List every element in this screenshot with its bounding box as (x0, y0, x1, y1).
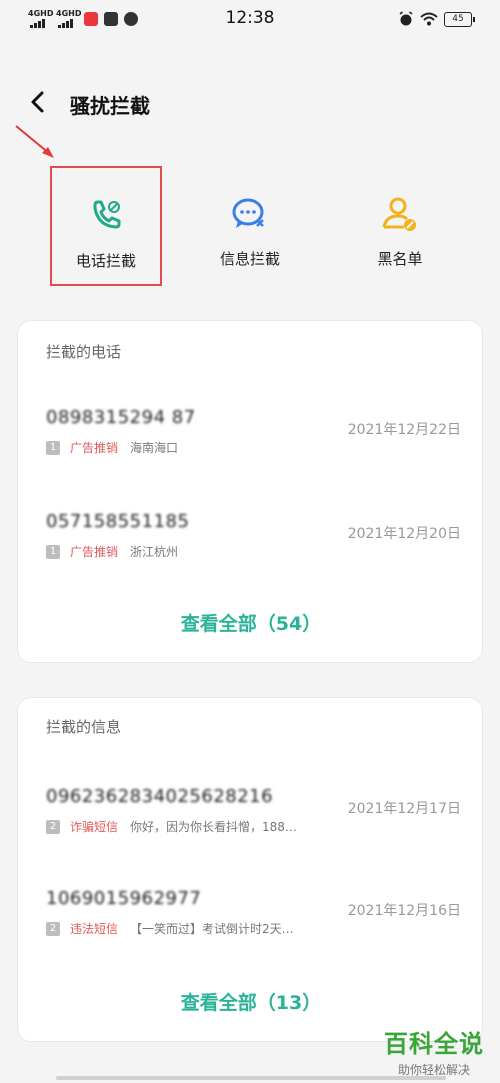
sender-number: 1069015962977 (46, 888, 202, 909)
item-tag: 广告推销 (70, 545, 119, 559)
sim-badge: 2 (46, 819, 60, 834)
view-all-calls-button[interactable]: 查看全部（54） (18, 609, 484, 636)
item-date: 2021年12月16日 (347, 903, 461, 919)
item-tag: 违法短信 (70, 922, 119, 936)
item-meta: 1 广告推销 海南海口 (46, 439, 178, 456)
item-date: 2021年12月20日 (347, 526, 461, 542)
sim-badge: 1 (46, 440, 60, 455)
item-meta: 2 违法短信 【一笑而过】考试倒计时2天… (46, 920, 294, 937)
item-meta: 2 诈骗短信 你好，因为你长看抖憎，188… (46, 818, 297, 835)
blocked-messages-card: 拦截的信息 0962362834025628216 2021年12月17日 2 … (17, 697, 483, 1042)
tile-call-block[interactable]: 电话拦截 (50, 166, 162, 286)
item-location: 浙江杭州 (130, 545, 179, 559)
list-item[interactable]: 057158551185 2021年12月20日 1 广告推销 浙江杭州 (46, 511, 461, 571)
header: 骚扰拦截 (0, 80, 500, 126)
item-location: 海南海口 (130, 441, 179, 455)
sender-number: 0962362834025628216 (46, 786, 274, 807)
phone-block-icon (93, 200, 121, 229)
tile-message-block[interactable]: 信息拦截 (194, 166, 306, 286)
annotation-arrow (15, 125, 54, 158)
item-tag: 诈骗短信 (70, 820, 119, 834)
back-button[interactable] (22, 84, 52, 120)
card-title: 拦截的电话 (46, 343, 122, 361)
card-title: 拦截的信息 (46, 718, 122, 736)
item-date: 2021年12月17日 (347, 801, 461, 817)
tile-message-block-label: 信息拦截 (219, 250, 280, 268)
message-block-icon (232, 198, 264, 228)
message-preview: 【一笑而过】考试倒计时2天… (130, 922, 294, 936)
item-tag: 广告推销 (70, 441, 119, 455)
item-date: 2021年12月22日 (347, 422, 461, 438)
blocked-calls-card: 拦截的电话 0898315294 87 2021年12月22日 1 广告推销 海… (17, 320, 483, 663)
gesture-bar (56, 1076, 446, 1080)
sim-badge: 2 (46, 921, 60, 936)
battery-icon: 45 (444, 11, 475, 27)
alarm-icon (399, 11, 413, 26)
watermark-title: 百科全说 (384, 1030, 484, 1058)
view-all-messages-button[interactable]: 查看全部（13） (18, 988, 484, 1015)
list-item[interactable]: 0898315294 87 2021年12月22日 1 广告推销 海南海口 (46, 407, 461, 467)
item-meta: 1 广告推销 浙江杭州 (46, 543, 178, 560)
status-bar: 4GHD 4GHD 12:38 45 (0, 0, 500, 38)
blacklist-user-icon (382, 197, 416, 231)
watermark: 百科全说 助你轻松解决 (384, 1024, 484, 1078)
wifi-icon (420, 12, 438, 26)
phone-number: 057158551185 (46, 511, 190, 532)
page-title: 骚扰拦截 (70, 94, 150, 118)
tile-blacklist[interactable]: 黑名单 (344, 166, 456, 286)
phone-number: 0898315294 87 (46, 407, 196, 428)
tile-call-block-label: 电话拦截 (75, 252, 136, 270)
tile-blacklist-label: 黑名单 (377, 250, 423, 268)
list-item[interactable]: 1069015962977 2021年12月16日 2 违法短信 【一笑而过】考… (46, 888, 461, 948)
sim-badge: 1 (46, 544, 60, 559)
chevron-left-icon (31, 91, 44, 113)
message-preview: 你好，因为你长看抖憎，188… (130, 820, 297, 834)
status-right: 45 (398, 11, 475, 27)
list-item[interactable]: 0962362834025628216 2021年12月17日 2 诈骗短信 你… (46, 786, 461, 846)
